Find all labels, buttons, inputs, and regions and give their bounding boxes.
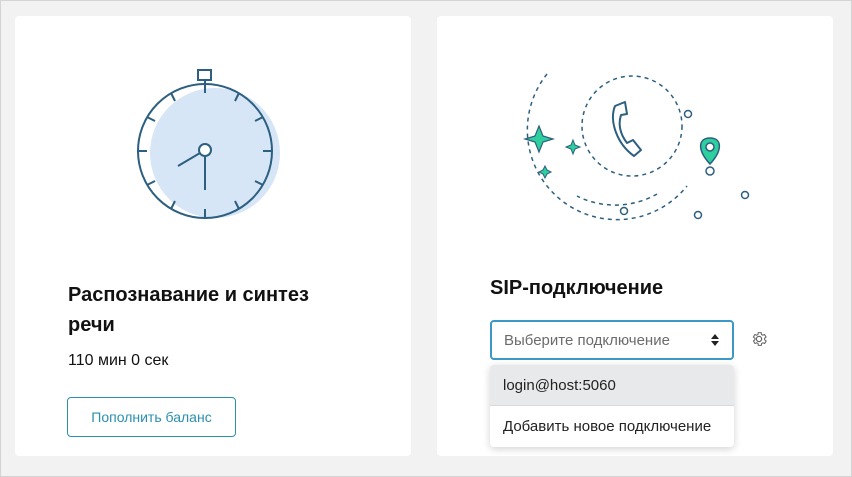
speech-card-title: Распознавание и синтез речи	[68, 284, 309, 336]
dropdown-item-add-connection[interactable]: Добавить новое подключение	[490, 406, 734, 447]
connection-dropdown: login@host:5060 Добавить новое подключен…	[490, 365, 734, 447]
speech-card: Распознавание и синтез речи 110 мин 0 се…	[15, 16, 411, 456]
topup-balance-button[interactable]: Пополнить баланс	[67, 397, 236, 437]
dropdown-item-login-host[interactable]: login@host:5060	[490, 365, 734, 406]
sip-card: SIP-подключение Выберите подключение log…	[437, 16, 833, 456]
gear-icon[interactable]	[750, 330, 768, 348]
sip-card-title: SIP-подключение	[490, 277, 664, 299]
connection-select[interactable]: Выберите подключение	[490, 320, 734, 360]
connection-select-placeholder: Выберите подключение	[504, 331, 670, 349]
stopwatch-icon	[137, 69, 280, 219]
phone-icon	[522, 73, 750, 221]
balance-value: 110 мин 0 сек	[68, 352, 169, 369]
sort-arrows-icon	[711, 334, 719, 346]
